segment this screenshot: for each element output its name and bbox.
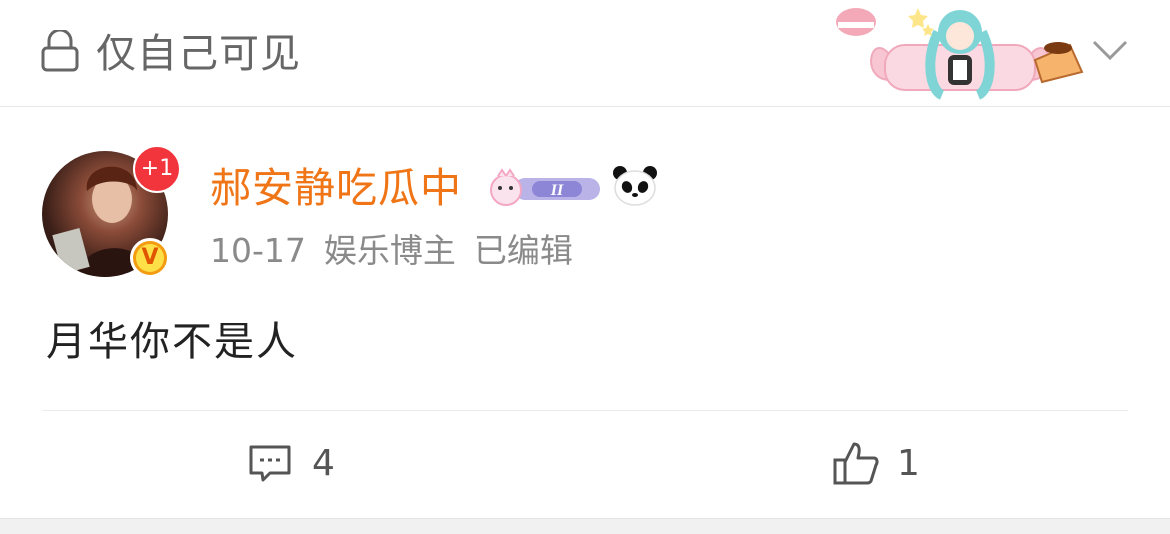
chevron-down-icon[interactable]: [1090, 36, 1130, 68]
lock-icon: [40, 28, 80, 78]
new-count-badge: +1: [133, 145, 181, 193]
decoration-sticker: [830, 0, 1090, 104]
user-role: 娱乐博主: [323, 231, 456, 270]
post-date: 10-17: [210, 231, 306, 270]
rank-badge-icon: II: [488, 168, 604, 214]
comment-count[interactable]: 4: [312, 440, 335, 488]
privacy-label[interactable]: 仅自己可见: [96, 24, 301, 84]
username[interactable]: 郝安静吃瓜中: [210, 160, 462, 216]
like-count[interactable]: 1: [897, 440, 920, 488]
rank-label: II: [550, 182, 564, 199]
post-meta: 10-17 娱乐博主 已编辑: [210, 228, 591, 274]
verified-badge-icon: V: [130, 238, 170, 278]
comment-icon[interactable]: [248, 443, 292, 487]
edited-label: 已编辑: [473, 231, 573, 270]
panda-icon: [612, 165, 658, 211]
like-icon[interactable]: [832, 440, 880, 490]
bottom-divider: [0, 518, 1170, 534]
post-content: 月华你不是人: [46, 319, 298, 365]
divider: [42, 410, 1128, 411]
